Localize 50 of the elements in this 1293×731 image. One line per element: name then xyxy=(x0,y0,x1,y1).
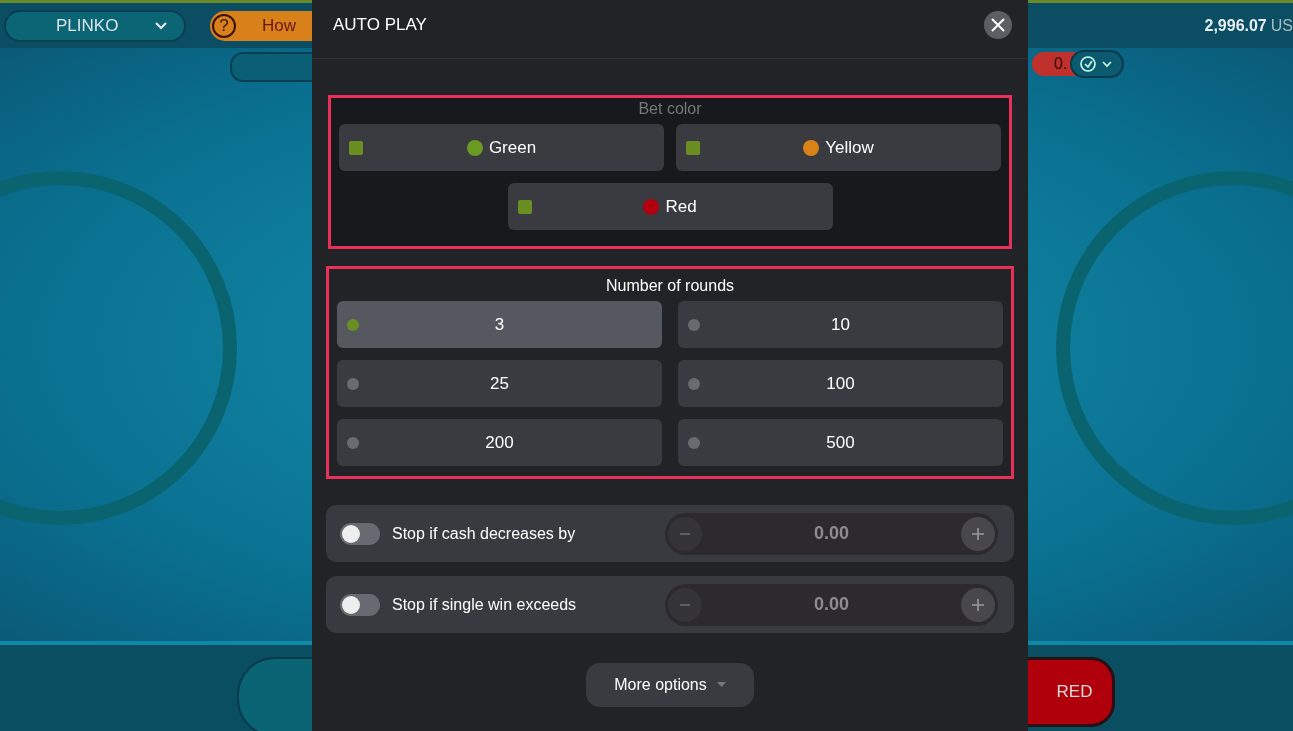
rounds-option[interactable]: 200 xyxy=(337,419,662,466)
radio-dot xyxy=(347,319,359,331)
balance-amount: 2,996.07 xyxy=(1204,16,1267,35)
rounds-option[interactable]: 100 xyxy=(678,360,1003,407)
rounds-label: 500 xyxy=(826,432,855,453)
more-options-button[interactable]: More options xyxy=(586,663,754,707)
toggle-switch[interactable] xyxy=(340,593,380,616)
rounds-label: 25 xyxy=(490,373,509,394)
chevron-down-icon xyxy=(154,20,168,31)
history-button[interactable] xyxy=(1070,50,1124,78)
game-select[interactable]: PLINKO xyxy=(4,9,186,42)
checkbox[interactable] xyxy=(517,200,532,214)
color-option[interactable]: Yellow xyxy=(676,124,1001,171)
amount-value: 0.00 xyxy=(813,594,849,615)
rounds-option[interactable]: 25 xyxy=(337,360,662,407)
how-to-play-label: How xyxy=(262,15,296,36)
close-icon xyxy=(991,18,1005,32)
checkbox[interactable] xyxy=(349,141,363,155)
stop-condition-label: Stop if single win exceeds xyxy=(392,595,578,614)
section-title: Number of rounds xyxy=(605,277,735,295)
balance-currency: US xyxy=(1270,16,1293,35)
rounds-label: 10 xyxy=(831,314,850,335)
caret-icon xyxy=(716,682,726,688)
section-title: Bet color xyxy=(638,100,702,118)
plus-icon xyxy=(971,597,985,612)
radio-dot xyxy=(347,437,359,449)
radio-dot xyxy=(688,319,700,331)
toggle-switch[interactable] xyxy=(340,522,380,545)
color-label: Red xyxy=(665,196,697,217)
increase-button[interactable] xyxy=(961,587,995,622)
amount-value: 0.00 xyxy=(813,523,849,544)
color-option[interactable]: Green xyxy=(339,124,664,171)
close-button[interactable] xyxy=(984,11,1012,39)
radio-dot xyxy=(347,378,359,390)
radio-dot xyxy=(688,378,700,390)
rounds-label: 100 xyxy=(826,373,855,394)
rounds-label: 3 xyxy=(494,314,505,335)
color-label: Green xyxy=(488,137,537,158)
stop-condition-label: Stop if cash decreases by xyxy=(392,524,577,543)
checkbox[interactable] xyxy=(686,141,700,155)
rounds-option[interactable]: 500 xyxy=(678,419,1003,466)
rounds-option[interactable]: 10 xyxy=(678,301,1003,348)
color-label: Yellow xyxy=(825,137,874,158)
color-option[interactable]: Red xyxy=(507,183,833,230)
rounds-label: 200 xyxy=(485,432,514,453)
help-icon: ? xyxy=(212,13,236,38)
rounds-option[interactable]: 3 xyxy=(337,301,662,348)
radio-dot xyxy=(688,437,700,449)
increase-button[interactable] xyxy=(961,516,995,551)
plus-icon xyxy=(971,526,985,541)
